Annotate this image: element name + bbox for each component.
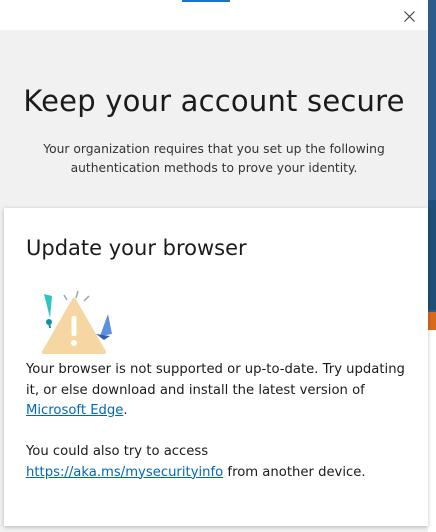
message-text: You could also try to access bbox=[26, 444, 209, 459]
mysecurityinfo-link[interactable]: https://aka.ms/mysecurityinfo bbox=[26, 465, 223, 480]
card-title: Update your browser bbox=[26, 236, 247, 260]
alternate-access-message: You could also try to access https://aka… bbox=[26, 442, 416, 483]
page-subtitle: Your organization requires that you set … bbox=[43, 142, 385, 175]
background-segment bbox=[428, 330, 436, 532]
update-browser-card: Update your browser Your browser is not … bbox=[4, 208, 428, 526]
background-segment bbox=[428, 200, 436, 310]
browser-unsupported-message: Your browser is not supported or up-to-d… bbox=[26, 360, 416, 422]
message-text-end: . bbox=[123, 403, 128, 418]
background-segment bbox=[428, 312, 436, 330]
close-button[interactable] bbox=[398, 5, 420, 27]
dialog-titlebar bbox=[0, 0, 428, 30]
background-window-edge bbox=[428, 0, 436, 532]
page-title: Keep your account secure bbox=[23, 84, 405, 118]
titlebar-accent bbox=[182, 0, 230, 2]
message-text: Your browser is not supported or up-to-d… bbox=[26, 362, 405, 398]
security-dialog: Keep your account secure Your organizati… bbox=[0, 0, 428, 532]
message-text: from another device. bbox=[223, 464, 366, 480]
close-icon bbox=[403, 10, 415, 22]
microsoft-edge-link[interactable]: Microsoft Edge bbox=[26, 403, 123, 418]
warning-illustration-icon bbox=[42, 290, 112, 354]
